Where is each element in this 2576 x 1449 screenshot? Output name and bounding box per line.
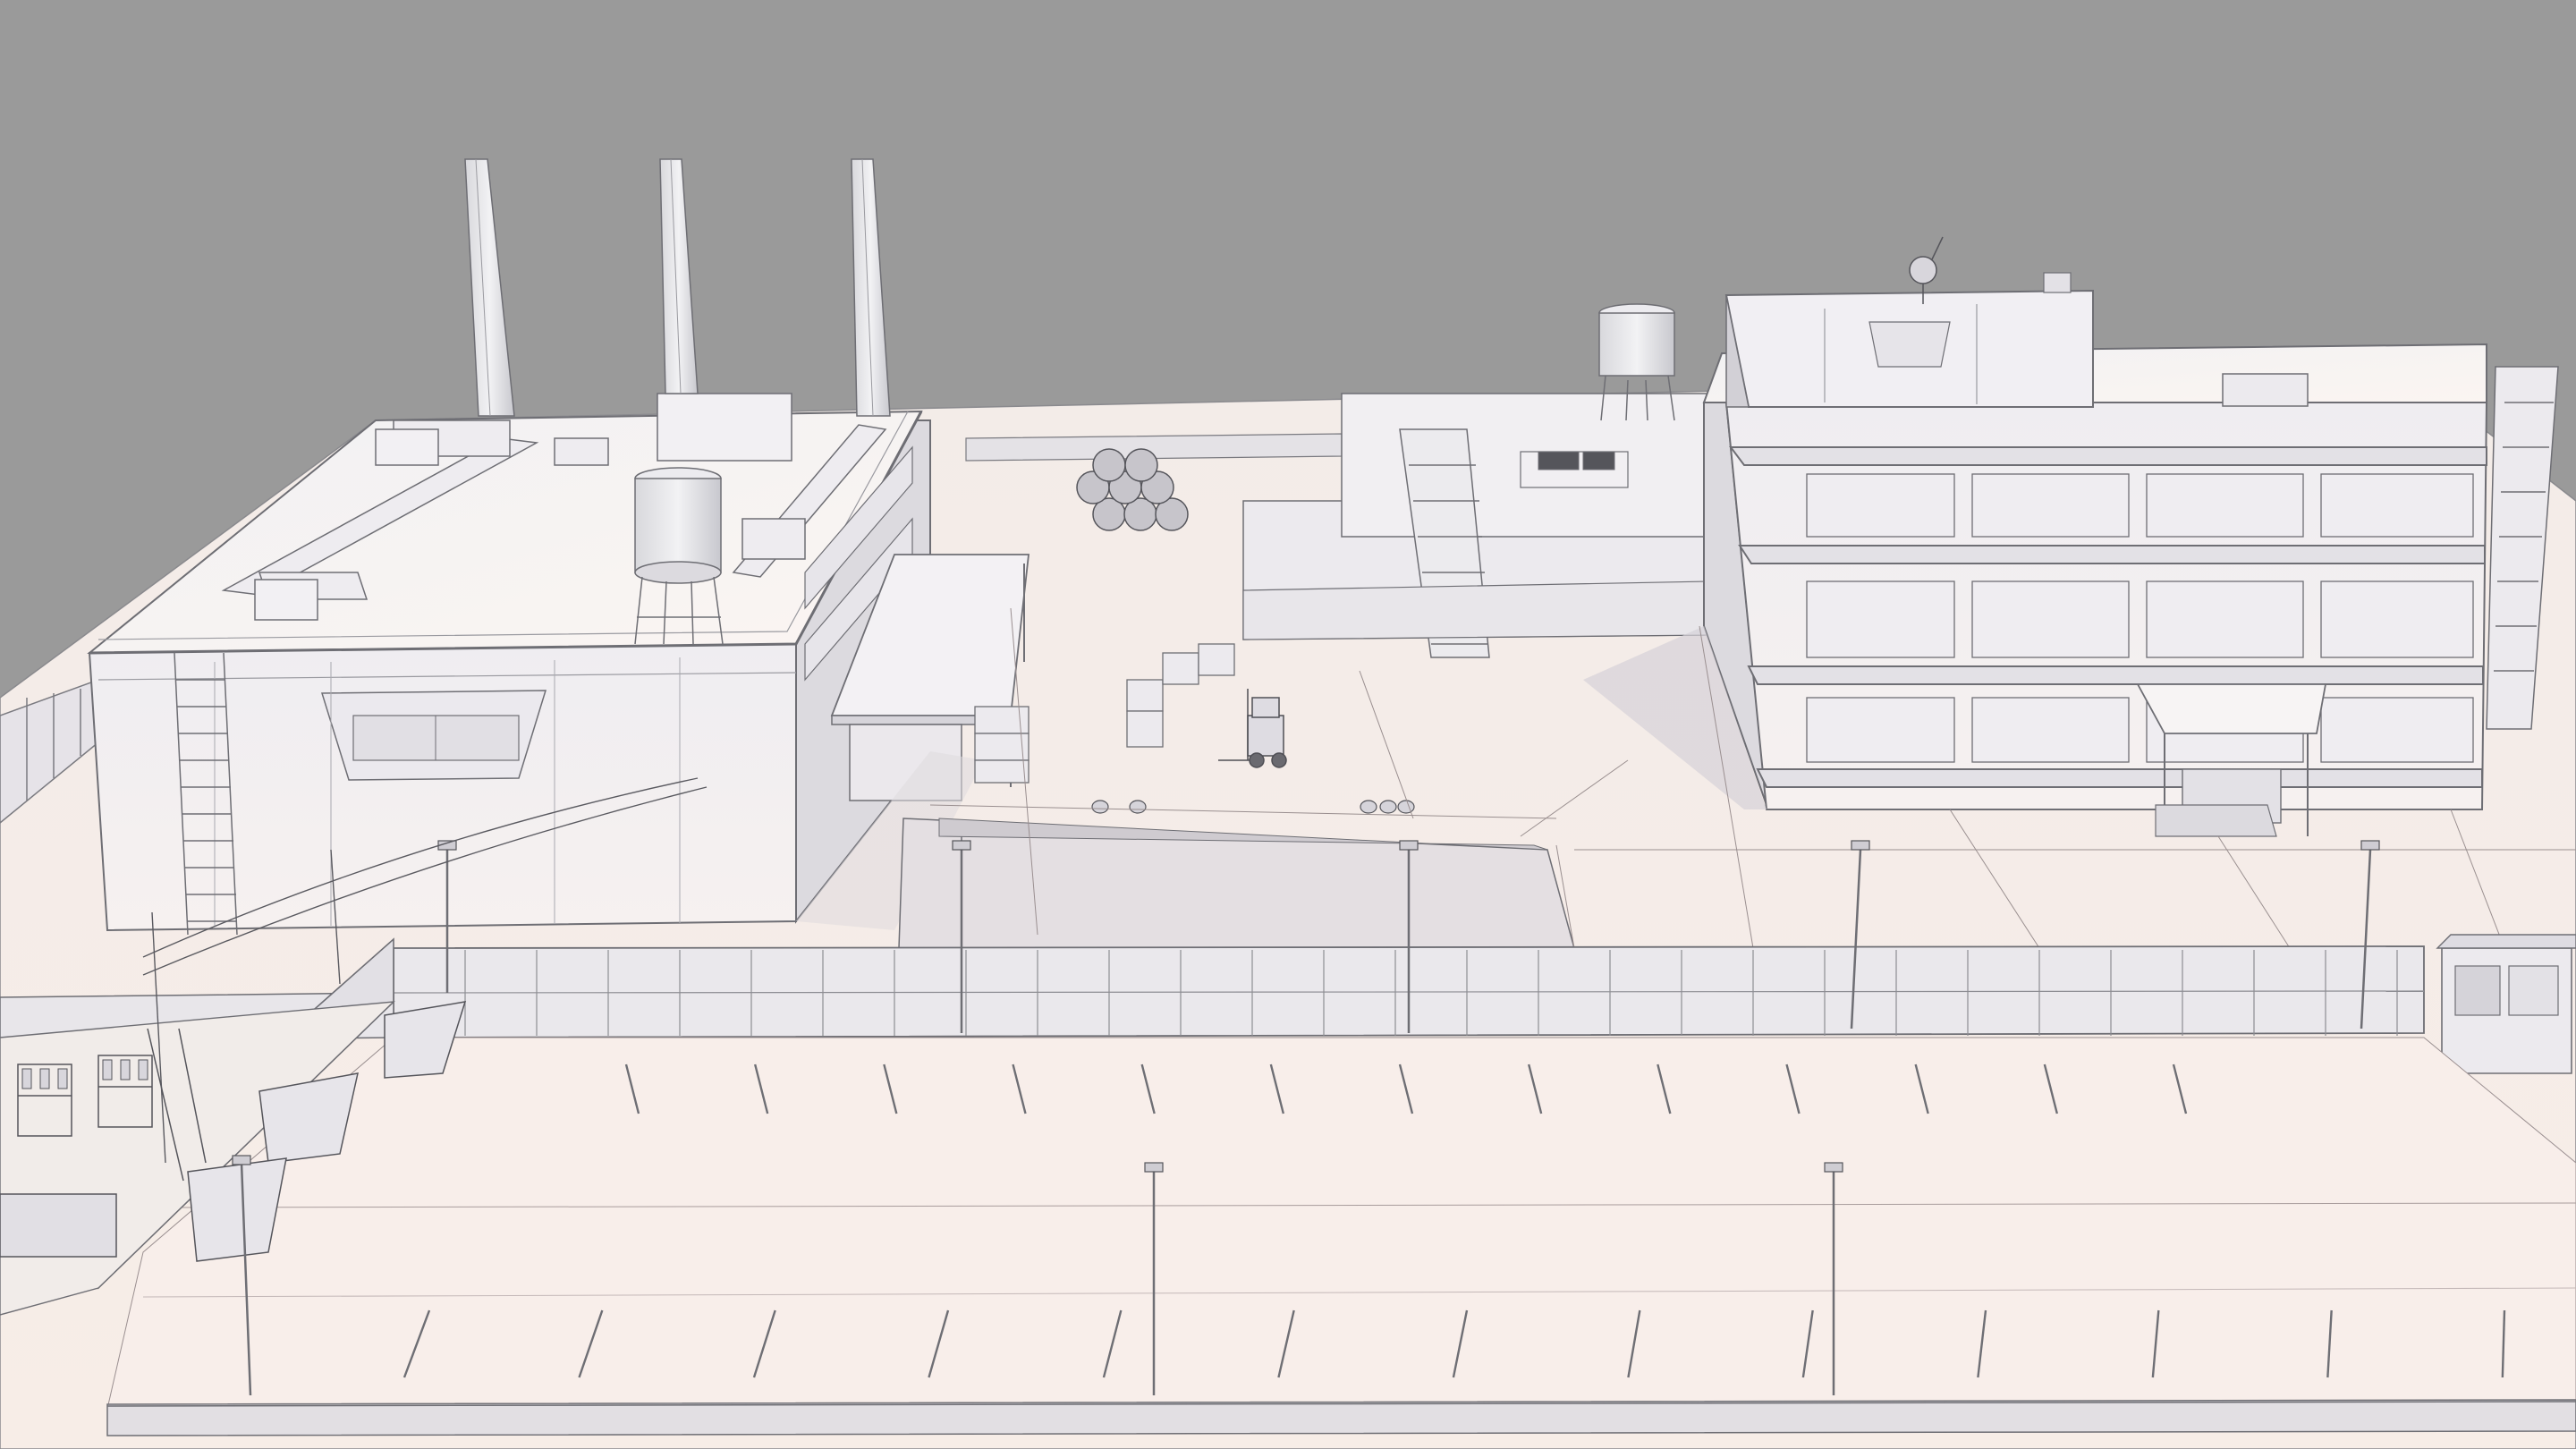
transformer-box xyxy=(0,1193,117,1258)
factory-scene xyxy=(0,0,2576,1449)
water-tower-left xyxy=(634,467,724,645)
guard-hut xyxy=(2436,934,2576,1074)
parking-lot xyxy=(106,1037,2576,1436)
factory-render xyxy=(0,0,2576,1449)
